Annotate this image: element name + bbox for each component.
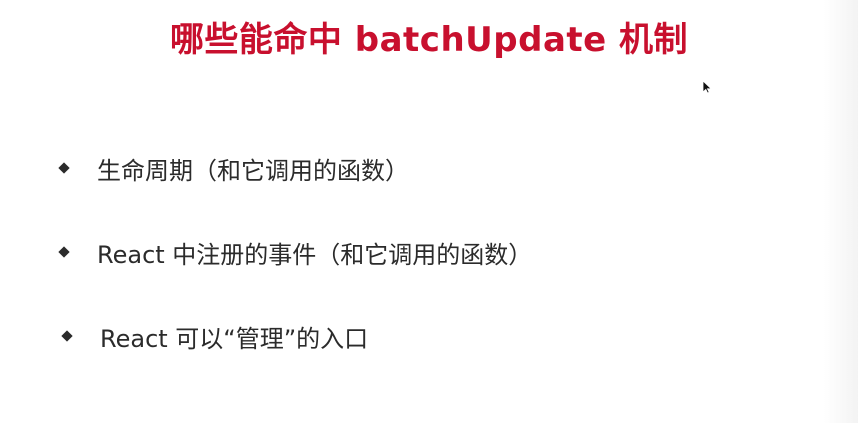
list-item: React 可以“管理”的入口: [61, 314, 532, 358]
list-item: React 中注册的事件（和它调用的函数）: [58, 230, 532, 274]
bullet-text: React 可以“管理”的入口: [100, 324, 369, 353]
diamond-bullet-icon: [61, 330, 73, 342]
bullet-text: 生命周期（和它调用的函数）: [97, 156, 409, 185]
bullet-list: 生命周期（和它调用的函数） React 中注册的事件（和它调用的函数） Reac…: [58, 146, 532, 398]
mouse-cursor-icon: [702, 80, 712, 94]
diamond-bullet-icon: [58, 162, 70, 174]
presentation-slide: 哪些能命中 batchUpdate 机制 生命周期（和它调用的函数） React…: [0, 0, 858, 423]
diamond-bullet-icon: [58, 246, 70, 258]
list-item: 生命周期（和它调用的函数）: [58, 146, 532, 190]
bullet-text: React 中注册的事件（和它调用的函数）: [97, 240, 533, 269]
slide-title: 哪些能命中 batchUpdate 机制: [169, 20, 689, 60]
